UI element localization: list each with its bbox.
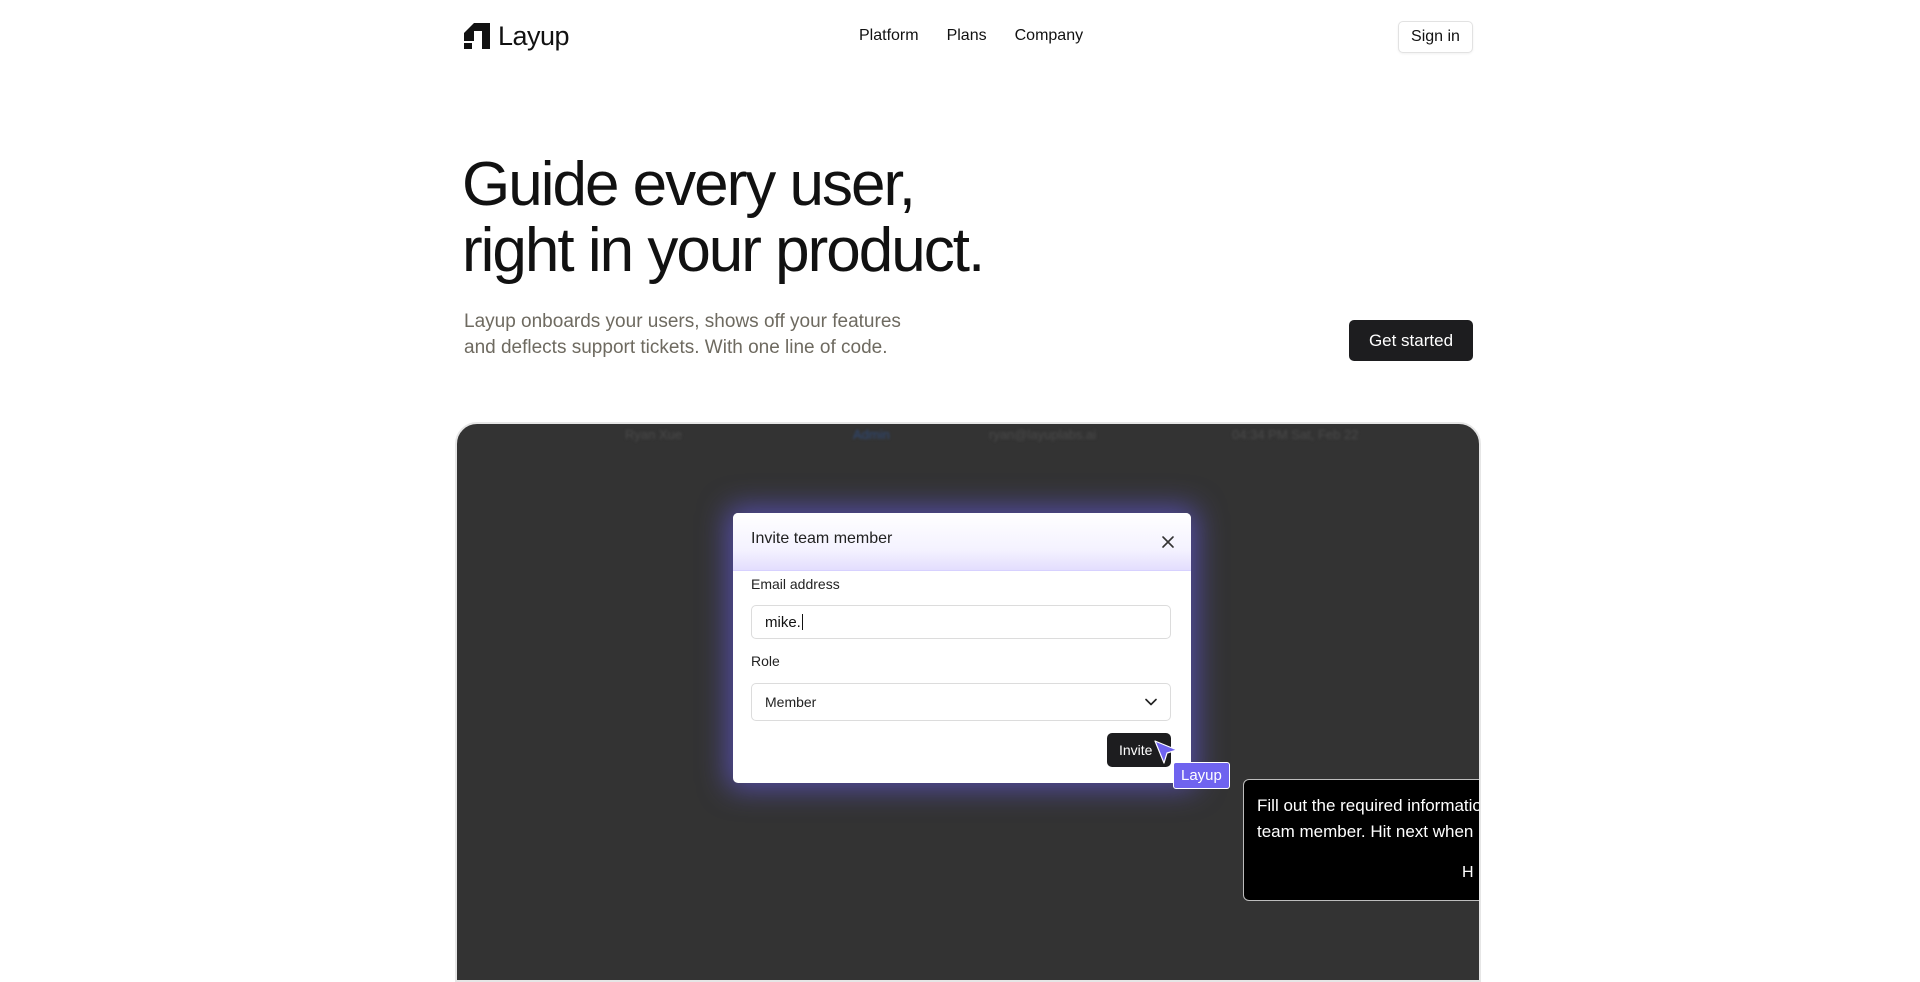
main-nav: Platform Plans Company (859, 26, 1083, 46)
hero-subtitle-line-1: Layup onboards your users, shows off you… (464, 311, 901, 332)
layup-logo-icon (464, 23, 490, 49)
pointer-label: Layup (1173, 762, 1230, 789)
site-header: Layup Platform Plans Company Sign in (0, 0, 1920, 74)
tooltip-line-2: team member. Hit next when (1257, 822, 1474, 841)
bg-user-name: Ryan Xue (625, 427, 683, 442)
hero-subtitle-line-2: and deflects support tickets. With one l… (464, 337, 888, 358)
email-field[interactable]: mike. (751, 605, 1171, 639)
role-select[interactable]: Member (751, 683, 1171, 721)
brand-name: Layup (498, 21, 570, 51)
hero-title-line-1: Guide every user, (462, 150, 916, 219)
bg-user-role: Admin (853, 427, 890, 442)
nav-link-plans[interactable]: Plans (947, 26, 987, 46)
tooltip-line-1: Fill out the required information (1257, 796, 1481, 815)
bg-user-email: ryan@layuplabs.ai (989, 427, 1097, 442)
hero-title-line-2: right in your product. (462, 216, 985, 285)
hero-subtitle: Layup onboards your users, shows off you… (464, 309, 984, 361)
tooltip-text: Fill out the required information team m… (1257, 793, 1481, 845)
sign-in-button[interactable]: Sign in (1398, 21, 1473, 53)
layup-logo[interactable]: Layup (464, 21, 570, 51)
tooltip-action-button[interactable]: H (1462, 864, 1474, 882)
hero-title: Guide every user, right in your product. (462, 150, 985, 285)
role-select-value: Member (765, 694, 817, 710)
bg-user-time: 04:34 PM Sat, Feb 22 (1232, 427, 1359, 442)
email-label: Email address (751, 576, 840, 592)
modal-title: Invite team member (751, 530, 893, 547)
text-caret (801, 614, 803, 630)
nav-link-platform[interactable]: Platform (859, 26, 919, 46)
background-table-row: Ryan Xue Admin ryan@layuplabs.ai 04:34 P… (457, 427, 1479, 445)
close-icon[interactable] (1161, 535, 1175, 549)
nav-link-company[interactable]: Company (1015, 26, 1083, 46)
get-started-button[interactable]: Get started (1349, 320, 1473, 361)
email-field-value: mike. (765, 613, 801, 631)
invite-modal: Invite team member Email address mike. R… (733, 513, 1191, 783)
modal-header: Invite team member (733, 513, 1191, 571)
guide-tooltip: Fill out the required information team m… (1243, 779, 1481, 901)
product-demo: Ryan Xue Admin ryan@layuplabs.ai 04:34 P… (455, 422, 1481, 982)
role-label: Role (751, 653, 780, 669)
chevron-down-icon (1145, 698, 1157, 706)
